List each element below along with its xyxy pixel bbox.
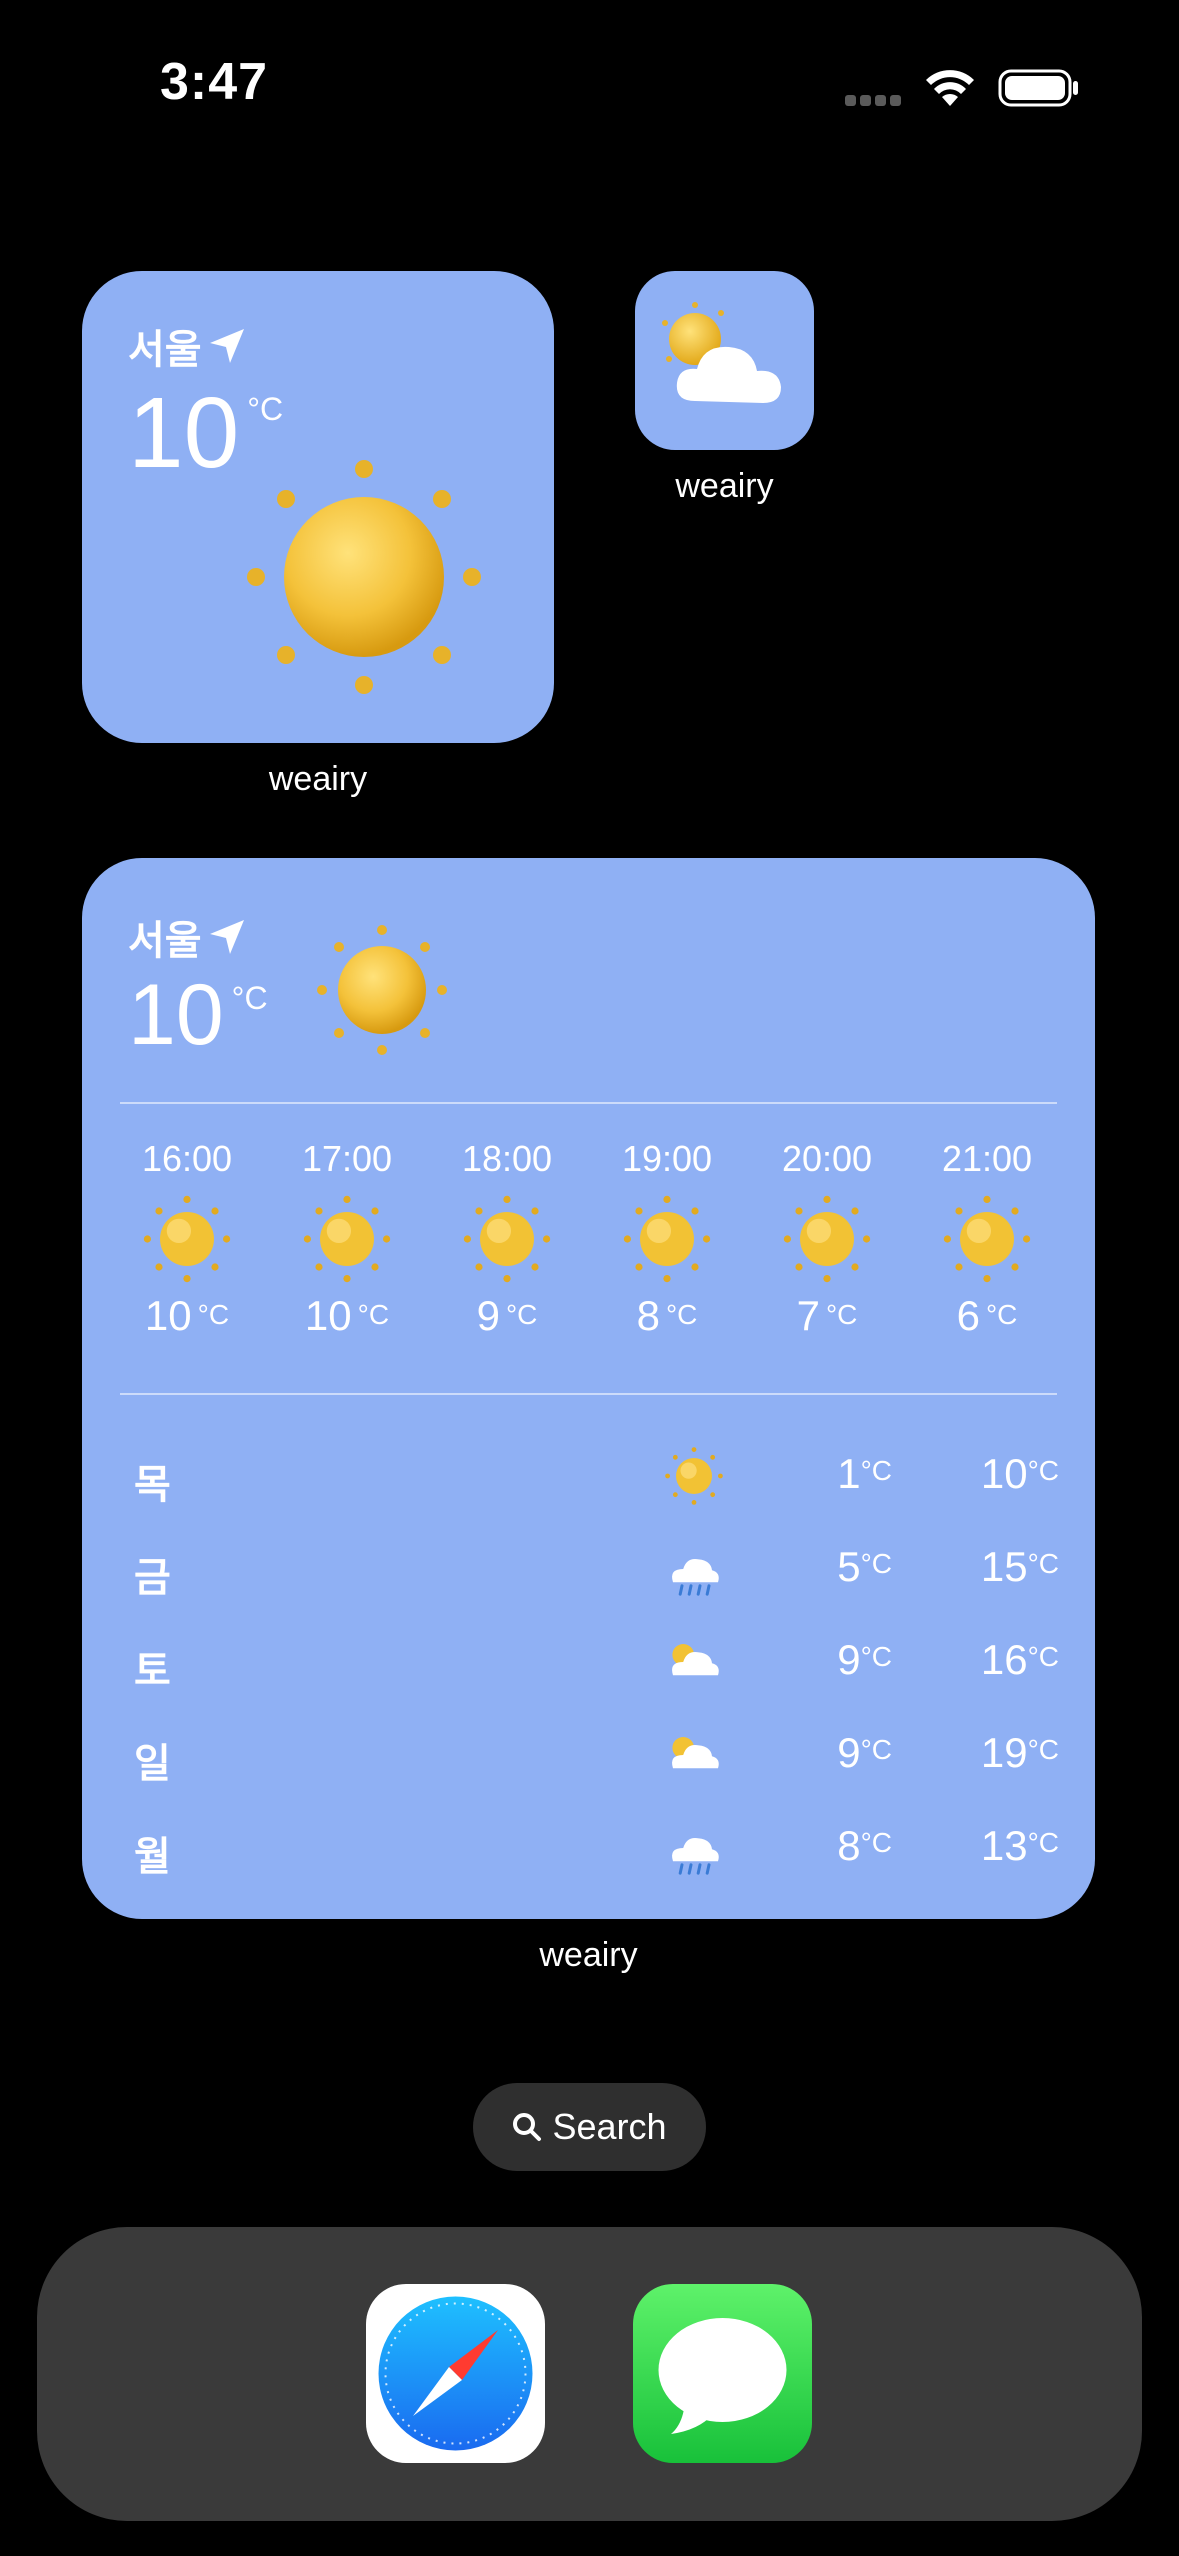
sun-icon: [622, 1194, 712, 1284]
safari-icon[interactable]: [366, 2284, 545, 2463]
cellular-signal-icon: [845, 93, 905, 106]
hour-time: 20:00: [781, 1138, 873, 1179]
high-temp: 15°C: [980, 1543, 1059, 1590]
location-arrow-icon: [209, 329, 244, 363]
sun-icon: [142, 1194, 232, 1284]
hour-time: 18:00: [461, 1138, 553, 1179]
weather-widget-large[interactable]: 서울 10 °C 16:00 10 °C 17:00 10 °C 18:00 9…: [82, 858, 1095, 1919]
hourly-item: 19:00 8 °C: [592, 1138, 742, 1340]
day-name: 목: [134, 1463, 171, 1507]
weairy-app-icon[interactable]: [635, 271, 814, 450]
city-name: 서울: [128, 317, 246, 375]
daily-row: 목 1°C 10°C: [82, 1438, 1095, 1518]
low-temp: 9°C: [837, 1729, 892, 1776]
hour-time: 17:00: [301, 1138, 393, 1179]
hour-temp: 10 °C: [304, 1292, 390, 1339]
widget-label: weairy: [268, 760, 368, 798]
low-temp: 1°C: [837, 1450, 892, 1497]
sun-icon: [314, 922, 450, 1063]
current-temperature: 10 °C: [128, 967, 268, 1063]
status-time: 3:47: [160, 53, 269, 111]
widget-label: weairy: [539, 1936, 638, 1974]
high-temp: 19°C: [980, 1729, 1059, 1776]
location-arrow-icon: [209, 920, 244, 954]
sun-icon: [244, 457, 484, 702]
partly-cloudy-icon: [662, 302, 781, 403]
rain-cloud-icon: [664, 1539, 724, 1599]
wifi-icon: [924, 66, 976, 110]
day-name: 월: [134, 1835, 171, 1879]
day-name: 금: [134, 1556, 171, 1600]
sun-icon: [942, 1194, 1032, 1284]
high-temp: 10°C: [980, 1450, 1059, 1497]
sun-icon: [782, 1194, 872, 1284]
divider: [120, 1393, 1057, 1395]
daily-row: 월 8°C 13°C: [82, 1810, 1095, 1890]
hour-temp: 9 °C: [476, 1292, 538, 1339]
hour-temp: 8 °C: [636, 1292, 698, 1339]
high-temp: 16°C: [980, 1636, 1059, 1683]
spotlight-search-button[interactable]: Search: [473, 2083, 706, 2171]
hourly-item: 17:00 10 °C: [272, 1138, 422, 1340]
sun-icon: [664, 1446, 724, 1506]
daily-row: 일 9°C 19°C: [82, 1717, 1095, 1797]
partly-cloudy-icon: [664, 1632, 724, 1692]
app-label: weairy: [675, 467, 774, 505]
dock: [37, 2227, 1142, 2521]
hour-time: 21:00: [941, 1138, 1033, 1179]
hourly-item: 16:00 10 °C: [112, 1138, 262, 1340]
daily-row: 금 5°C 15°C: [82, 1531, 1095, 1611]
search-icon: [513, 2113, 542, 2141]
hourly-item: 18:00 9 °C: [432, 1138, 582, 1340]
daily-row: 토 9°C 16°C: [82, 1624, 1095, 1704]
battery-icon: [998, 68, 1080, 108]
hour-temp: 7 °C: [796, 1292, 858, 1339]
low-temp: 5°C: [837, 1543, 892, 1590]
hour-time: 19:00: [621, 1138, 713, 1179]
sun-icon: [302, 1194, 392, 1284]
low-temp: 9°C: [837, 1636, 892, 1683]
partly-cloudy-icon: [664, 1725, 724, 1785]
messages-icon[interactable]: [633, 2284, 812, 2463]
low-temp: 8°C: [837, 1822, 892, 1869]
day-name: 일: [134, 1742, 171, 1786]
city-name: 서울: [128, 908, 246, 966]
sun-icon: [462, 1194, 552, 1284]
high-temp: 13°C: [980, 1822, 1059, 1869]
divider: [120, 1102, 1057, 1104]
day-name: 토: [134, 1649, 171, 1693]
hourly-item: 20:00 7 °C: [752, 1138, 902, 1340]
hourly-item: 21:00 6 °C: [912, 1138, 1062, 1340]
rain-cloud-icon: [664, 1818, 724, 1878]
weather-widget-small[interactable]: 서울 10 °C: [82, 271, 554, 743]
hour-temp: 6 °C: [956, 1292, 1018, 1339]
hour-time: 16:00: [141, 1138, 233, 1179]
hour-temp: 10 °C: [144, 1292, 230, 1339]
